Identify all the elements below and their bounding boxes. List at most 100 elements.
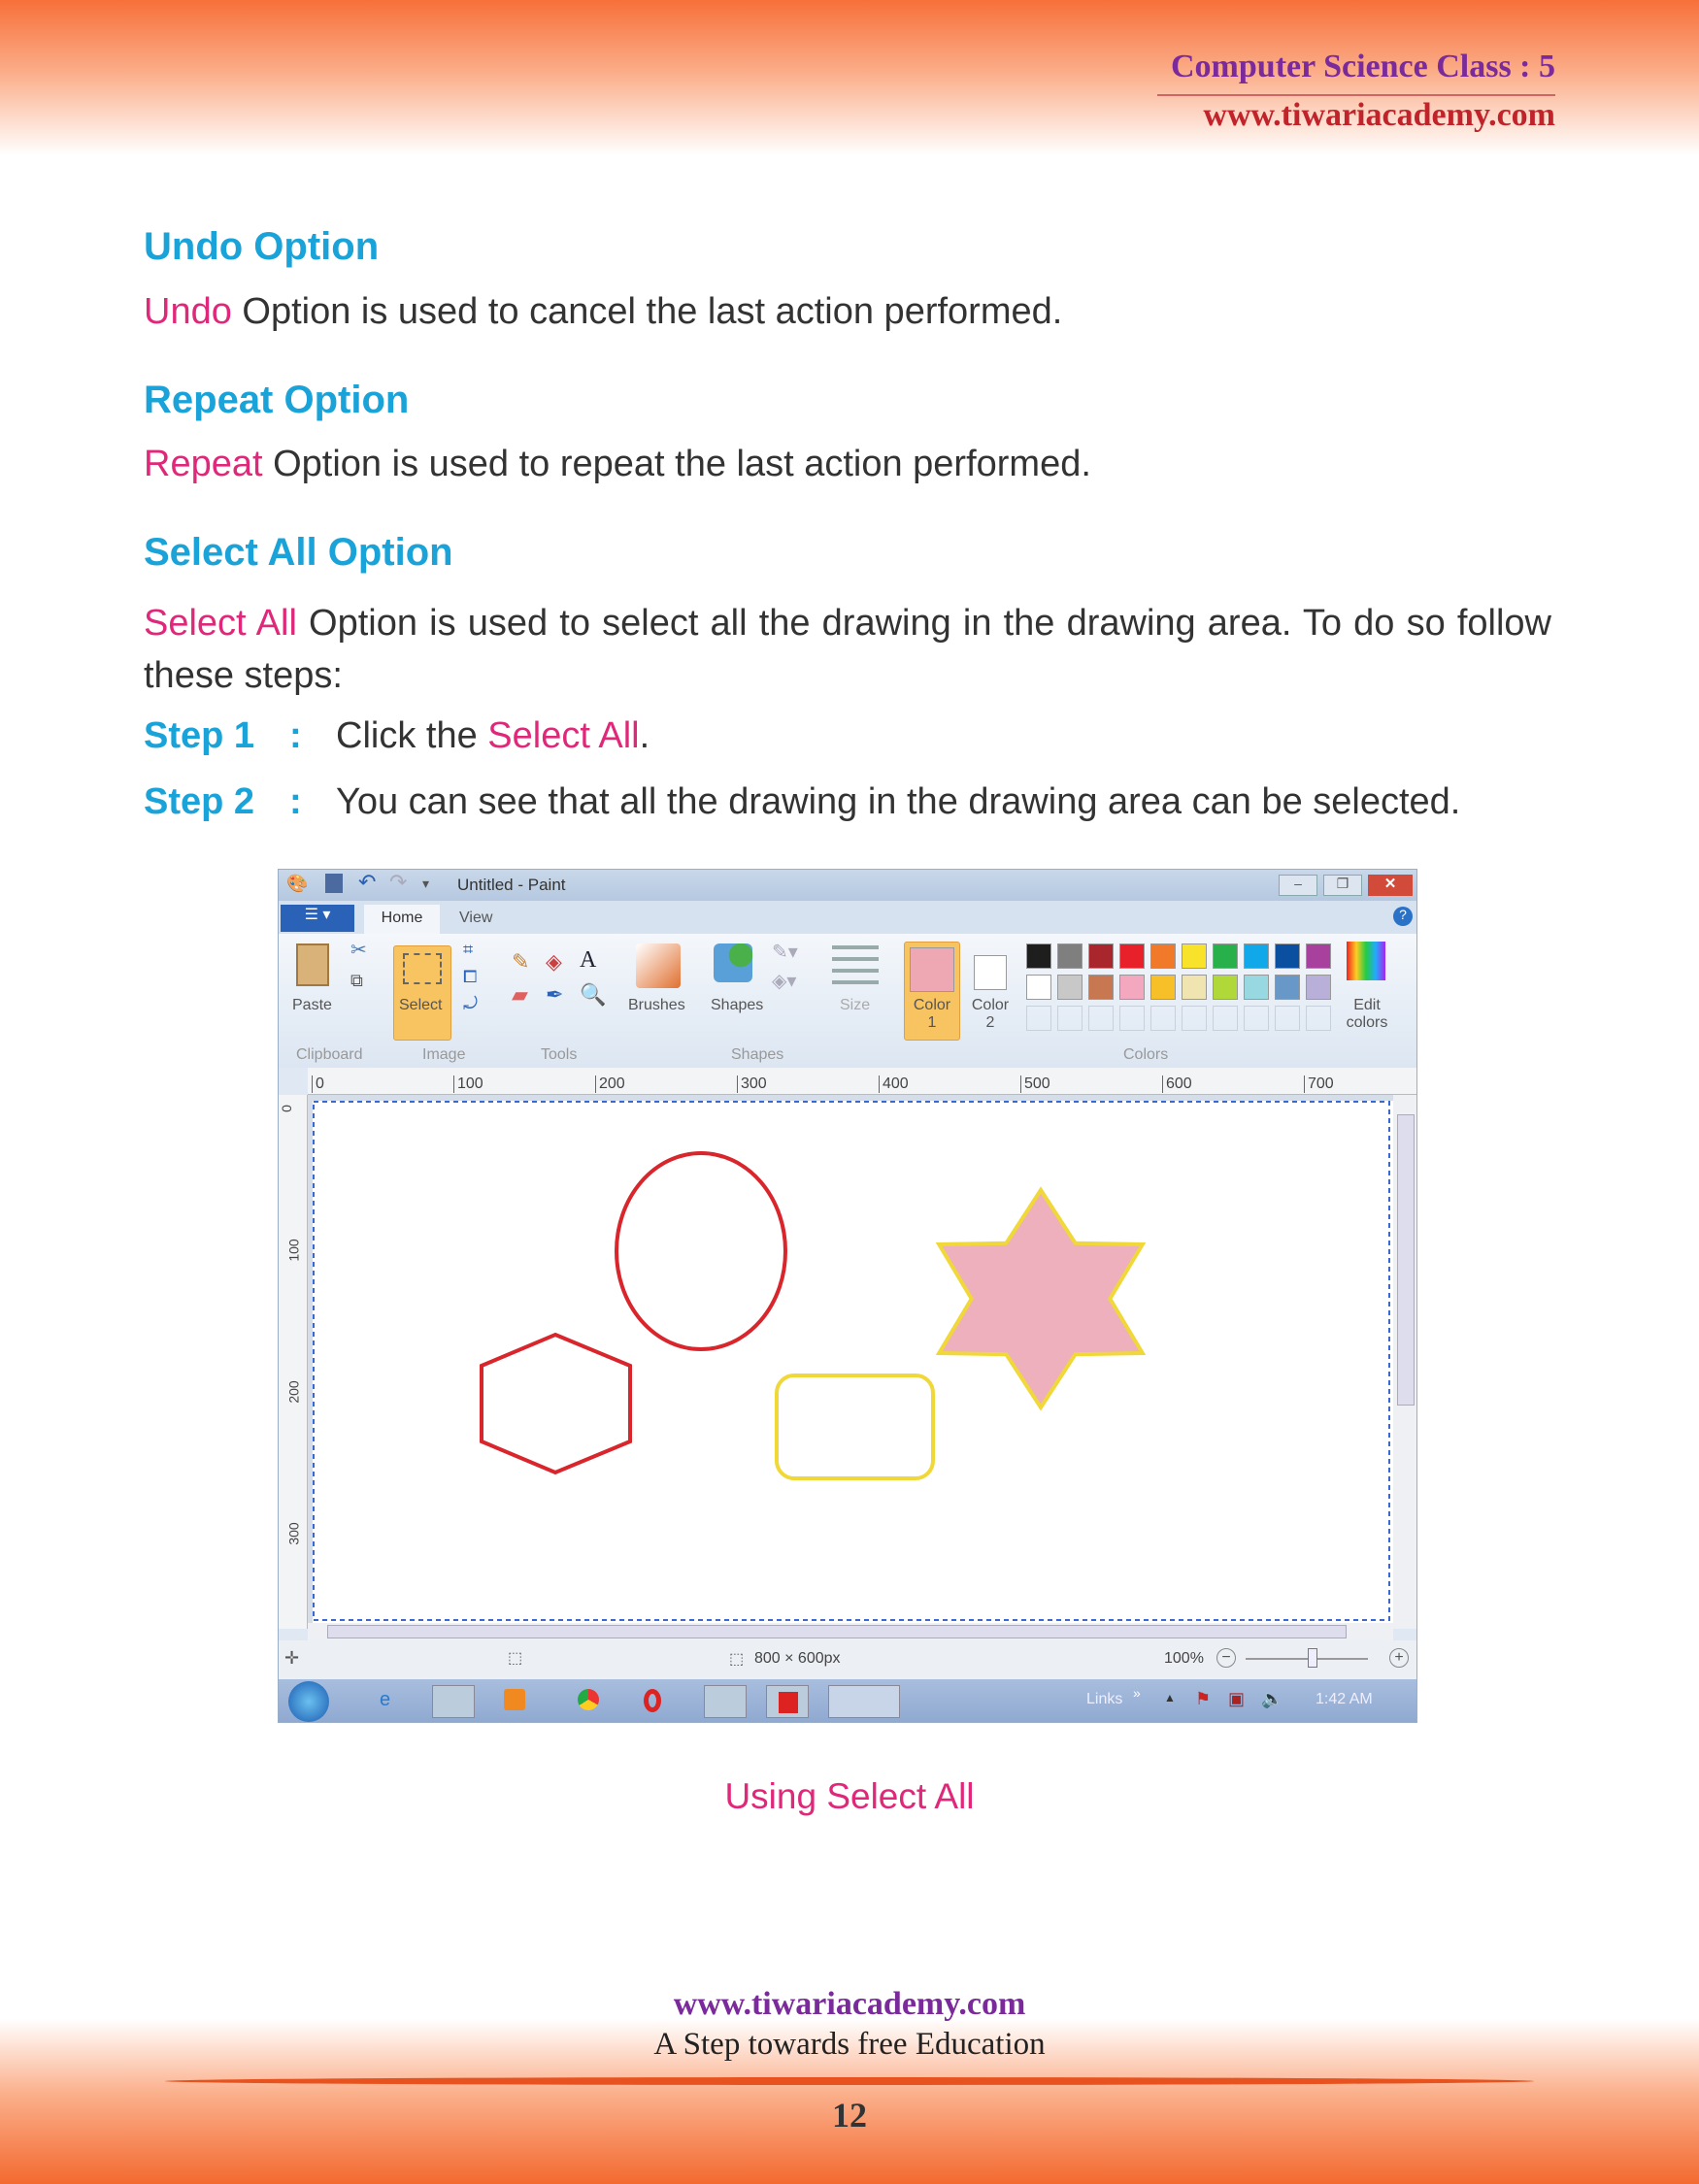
- palette-swatch[interactable]: [1306, 943, 1331, 969]
- brushes-button[interactable]: Brushes: [628, 997, 685, 1014]
- app-icon[interactable]: [704, 1685, 747, 1718]
- size-icon[interactable]: [832, 945, 879, 984]
- hscroll-thumb[interactable]: [327, 1625, 1347, 1638]
- fill-shape-icon[interactable]: ◈▾: [772, 969, 796, 993]
- palette-swatch[interactable]: [1119, 943, 1145, 969]
- scroll-thumb[interactable]: [1397, 1114, 1415, 1406]
- tray-expand-icon[interactable]: ▲: [1164, 1691, 1176, 1704]
- palette-swatch[interactable]: [1244, 1006, 1269, 1031]
- palette-swatch[interactable]: [1119, 1006, 1145, 1031]
- save-icon[interactable]: [325, 874, 343, 893]
- volume-icon[interactable]: 🔈: [1261, 1689, 1283, 1709]
- palette-swatch[interactable]: [1213, 1006, 1238, 1031]
- palette-swatch[interactable]: [1306, 1006, 1331, 1031]
- outline-icon[interactable]: ✎▾: [772, 940, 798, 964]
- paint-screenshot: 🎨 ↶ ↷ ▾ Untitled - Paint – ❐ ✕ ☰ ▾ Home …: [278, 869, 1417, 1723]
- palette-swatch[interactable]: [1182, 1006, 1207, 1031]
- close-button[interactable]: ✕: [1368, 875, 1413, 896]
- palette-swatch[interactable]: [1088, 975, 1114, 1000]
- shapes-icon[interactable]: [714, 943, 752, 982]
- palette-swatch[interactable]: [1150, 975, 1176, 1000]
- palette-swatch[interactable]: [1026, 975, 1051, 1000]
- pencil-icon[interactable]: ✎: [512, 949, 529, 975]
- eraser-icon[interactable]: ▰: [512, 982, 528, 1008]
- repeat-text: Repeat Option is used to repeat the last…: [144, 444, 1551, 485]
- clock[interactable]: 1:42 AM: [1316, 1691, 1373, 1708]
- ruler-label: 500: [1020, 1075, 1050, 1093]
- palette-swatch[interactable]: [1275, 1006, 1300, 1031]
- zoom-in-button[interactable]: +: [1389, 1648, 1409, 1668]
- copy-icon[interactable]: ⧉: [350, 971, 363, 991]
- palette-swatch[interactable]: [1306, 975, 1331, 1000]
- action-center-icon[interactable]: ⚑: [1195, 1689, 1211, 1709]
- ruler-label: 0: [312, 1075, 324, 1093]
- magnifier-icon[interactable]: 🔍: [580, 982, 606, 1008]
- step-text: Click the: [336, 715, 488, 756]
- palette-swatch[interactable]: [1275, 975, 1300, 1000]
- rotate-icon[interactable]: ⤾: [463, 994, 478, 1014]
- ie-icon[interactable]: e: [380, 1689, 390, 1711]
- resize-icon[interactable]: ⧠: [463, 967, 477, 987]
- quick-access-dropdown-icon[interactable]: ▾: [422, 876, 429, 892]
- palette-swatch[interactable]: [1182, 975, 1207, 1000]
- minimize-button[interactable]: –: [1279, 875, 1317, 896]
- fill-icon[interactable]: ◈: [546, 949, 562, 975]
- palette-swatch[interactable]: [1150, 943, 1176, 969]
- palette-swatch[interactable]: [1182, 943, 1207, 969]
- links-chevron-icon[interactable]: »: [1133, 1685, 1141, 1701]
- text-icon[interactable]: A: [580, 947, 596, 974]
- palette-swatch[interactable]: [1213, 943, 1238, 969]
- palette-swatch[interactable]: [1057, 1006, 1083, 1031]
- opera-icon[interactable]: [644, 1689, 661, 1712]
- color2-button[interactable]: Color 2: [966, 997, 1015, 1032]
- horizontal-scrollbar[interactable]: [308, 1623, 1393, 1640]
- color2-swatch[interactable]: [974, 955, 1007, 990]
- group-image: Image: [422, 1046, 466, 1063]
- palette-swatch[interactable]: [1244, 975, 1269, 1000]
- help-icon[interactable]: ?: [1393, 907, 1413, 926]
- crop-icon[interactable]: ⌗: [463, 940, 473, 960]
- explorer-icon[interactable]: [432, 1685, 475, 1718]
- palette-swatch[interactable]: [1057, 975, 1083, 1000]
- drawing-canvas[interactable]: [313, 1101, 1393, 1623]
- group-colors: Colors: [1123, 1046, 1169, 1063]
- undo-icon[interactable]: ↶: [358, 870, 376, 895]
- tab-home[interactable]: Home: [364, 905, 440, 934]
- palette-swatch[interactable]: [1119, 975, 1145, 1000]
- restore-button[interactable]: ❐: [1323, 875, 1362, 896]
- brushes-icon[interactable]: [636, 943, 681, 988]
- vertical-scrollbar[interactable]: [1393, 1095, 1416, 1629]
- paint-menu-button[interactable]: ☰ ▾: [281, 905, 354, 932]
- chrome-icon[interactable]: [578, 1689, 599, 1710]
- cut-icon[interactable]: ✂: [350, 938, 367, 962]
- edit-colors-button[interactable]: Edit colors: [1339, 997, 1395, 1032]
- network-icon[interactable]: ▣: [1228, 1689, 1245, 1709]
- acrobat-icon[interactable]: [766, 1685, 809, 1718]
- palette-swatch[interactable]: [1026, 1006, 1051, 1031]
- start-button[interactable]: [288, 1681, 329, 1722]
- zoom-slider-thumb[interactable]: [1308, 1648, 1317, 1668]
- step-post: .: [639, 715, 650, 756]
- zoom-out-button[interactable]: −: [1216, 1648, 1236, 1668]
- palette-swatch[interactable]: [1088, 943, 1114, 969]
- size-button[interactable]: Size: [840, 997, 870, 1014]
- palette-swatch[interactable]: [1150, 1006, 1176, 1031]
- redo-icon[interactable]: ↷: [389, 870, 407, 895]
- step-term: Select All: [487, 715, 640, 756]
- palette-swatch[interactable]: [1026, 943, 1051, 969]
- palette-swatch[interactable]: [1213, 975, 1238, 1000]
- shapes-button[interactable]: Shapes: [711, 997, 763, 1014]
- links-toolbar[interactable]: Links: [1086, 1691, 1122, 1708]
- palette-swatch[interactable]: [1088, 1006, 1114, 1031]
- paint-taskbar-button[interactable]: [828, 1685, 900, 1718]
- palette-swatch[interactable]: [1275, 943, 1300, 969]
- media-player-icon[interactable]: [504, 1689, 525, 1710]
- edit-colors-icon[interactable]: [1347, 942, 1385, 980]
- zoom-slider[interactable]: [1246, 1658, 1368, 1660]
- color-picker-icon[interactable]: ✒: [546, 982, 563, 1008]
- palette-swatch[interactable]: [1244, 943, 1269, 969]
- paste-icon[interactable]: [296, 943, 329, 986]
- palette-swatch[interactable]: [1057, 943, 1083, 969]
- paste-button[interactable]: Paste: [292, 997, 332, 1014]
- tab-view[interactable]: View: [459, 910, 492, 927]
